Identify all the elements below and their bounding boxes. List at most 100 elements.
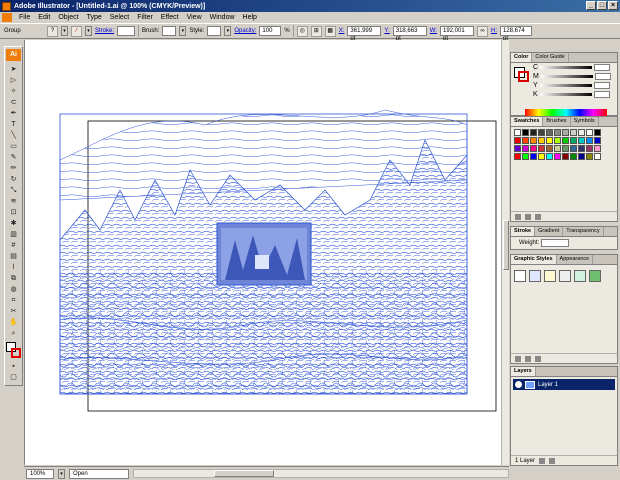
x-label[interactable]: X: [339,28,345,34]
menu-object[interactable]: Object [54,14,82,21]
new-style-icon[interactable] [525,355,531,362]
screen-mode-icon[interactable]: ▢ [6,372,21,383]
menu-select[interactable]: Select [106,14,133,21]
fill-dropdown[interactable]: ▾ [61,26,68,36]
warp-tool-icon[interactable]: ≋ [6,196,21,207]
mesh-tool-icon[interactable]: # [6,240,21,251]
selection-tool-icon[interactable]: ➤ [6,64,21,75]
status-field[interactable]: Open [69,468,129,479]
paintbrush-tool-icon[interactable]: ✎ [6,152,21,163]
horizontal-scrollbar[interactable] [133,469,509,478]
y-slider[interactable] [539,84,592,87]
lasso-tool-icon[interactable]: ⊂ [6,97,21,108]
align-icon[interactable]: ⊞ [310,25,322,37]
w-field[interactable]: 192,001 pt [439,26,474,42]
w-label[interactable]: W: [430,28,437,34]
new-swatch-icon[interactable] [525,213,531,220]
scale-tool-icon[interactable]: ⤡ [6,185,21,196]
stroke-weight-field[interactable] [117,26,136,36]
menu-filter[interactable]: Filter [133,14,157,21]
menu-window[interactable]: Window [206,14,239,21]
gradient-tool-icon[interactable]: ▤ [6,251,21,262]
tab-brushes[interactable]: Brushes [543,117,571,126]
tab-color[interactable]: Color [511,53,533,62]
vertical-scrollbar[interactable] [501,40,509,465]
h-field[interactable]: 128,674 pt [499,26,532,42]
swatch-grid[interactable] [511,127,617,162]
tab-stroke[interactable]: Stroke [511,227,536,236]
pencil-tool-icon[interactable]: ✏ [6,163,21,174]
tab-swatches[interactable]: Swatches [511,117,544,126]
stroke-label[interactable]: Stroke: [95,28,114,34]
brush-dropdown[interactable]: ▾ [179,26,187,36]
tab-color-guide[interactable]: Color Guide [532,53,569,62]
h-label[interactable]: H: [491,28,497,34]
zoom-dropdown[interactable]: ▾ [58,468,65,479]
recolor-icon[interactable]: ◎ [296,25,308,37]
color-stroke-swatch[interactable] [518,71,529,82]
opacity-field[interactable]: 100 [259,26,282,36]
magic-wand-tool-icon[interactable]: ✧ [6,86,21,97]
y-field[interactable] [593,82,610,89]
menu-file[interactable]: File [15,14,34,21]
k-field[interactable] [593,91,610,98]
brush-field[interactable] [162,26,177,36]
reference-point-icon[interactable]: ▦ [324,25,336,37]
menu-view[interactable]: View [183,14,206,21]
y-label[interactable]: Y: [384,28,389,34]
style-dropdown[interactable]: ▾ [224,26,232,36]
fill-swatch-button[interactable]: ? [47,25,58,37]
maximize-button[interactable]: □ [597,1,607,10]
graphic-styles-list[interactable] [511,265,617,287]
stroke-color-dropdown[interactable]: ▾ [85,26,92,36]
tab-gradient[interactable]: Gradient [535,227,564,236]
zoom-tool-icon[interactable]: ⌕ [6,328,21,339]
pen-tool-icon[interactable]: ✒ [6,108,21,119]
c-field[interactable] [594,64,611,71]
swatch-library-icon[interactable] [515,213,521,220]
x-field[interactable]: 361,999 pt [347,26,382,42]
delete-style-icon[interactable] [535,355,541,362]
eyedropper-tool-icon[interactable]: ⌇ [6,262,21,273]
layer-row[interactable]: Layer 1 [513,379,615,390]
delete-layer-icon[interactable] [549,457,556,464]
opacity-label[interactable]: Opacity: [234,28,256,34]
crop-tool-icon[interactable]: ⌗ [6,295,21,306]
m-slider[interactable] [540,75,593,78]
tab-layers[interactable]: Layers [511,367,536,376]
line-tool-icon[interactable]: ╲ [6,130,21,141]
stroke-swatch[interactable] [11,348,21,358]
style-field[interactable] [207,26,222,36]
close-button[interactable]: × [608,1,618,10]
fill-stroke-swatches[interactable] [6,342,21,358]
new-layer-icon[interactable] [539,457,546,464]
stroke-swatch-button[interactable]: ⁄ [71,25,82,37]
direct-selection-tool-icon[interactable]: ▷ [6,75,21,86]
weight-field[interactable] [541,239,570,247]
color-mode-icon[interactable]: ▪ [6,361,21,372]
menu-help[interactable]: Help [239,14,261,21]
menu-effect[interactable]: Effect [157,14,183,21]
tab-symbols[interactable]: Symbols [571,117,599,126]
y-field[interactable]: 318,663 pt [392,26,427,42]
document-canvas[interactable] [24,40,501,465]
m-field[interactable] [594,73,611,80]
rotate-tool-icon[interactable]: ↻ [6,174,21,185]
visibility-eye-icon[interactable] [515,381,522,388]
free-transform-tool-icon[interactable]: ⊡ [6,207,21,218]
scissors-tool-icon[interactable]: ✂ [6,306,21,317]
menu-edit[interactable]: Edit [34,14,54,21]
rectangle-tool-icon[interactable]: ▭ [6,141,21,152]
symbol-sprayer-tool-icon[interactable]: ✱ [6,218,21,229]
menu-type[interactable]: Type [83,14,106,21]
live-paint-tool-icon[interactable]: ◍ [6,284,21,295]
tab-graphic-styles[interactable]: Graphic Styles [511,255,557,264]
graph-tool-icon[interactable]: ▥ [6,229,21,240]
tab-appearance[interactable]: Appearance [557,255,594,264]
link-icon[interactable]: ∞ [476,25,488,37]
zoom-field[interactable]: 100% [26,468,54,479]
style-library-icon[interactable] [515,355,521,362]
hand-tool-icon[interactable]: ✋ [6,317,21,328]
type-tool-icon[interactable]: T [6,119,21,130]
k-slider[interactable] [539,93,592,96]
